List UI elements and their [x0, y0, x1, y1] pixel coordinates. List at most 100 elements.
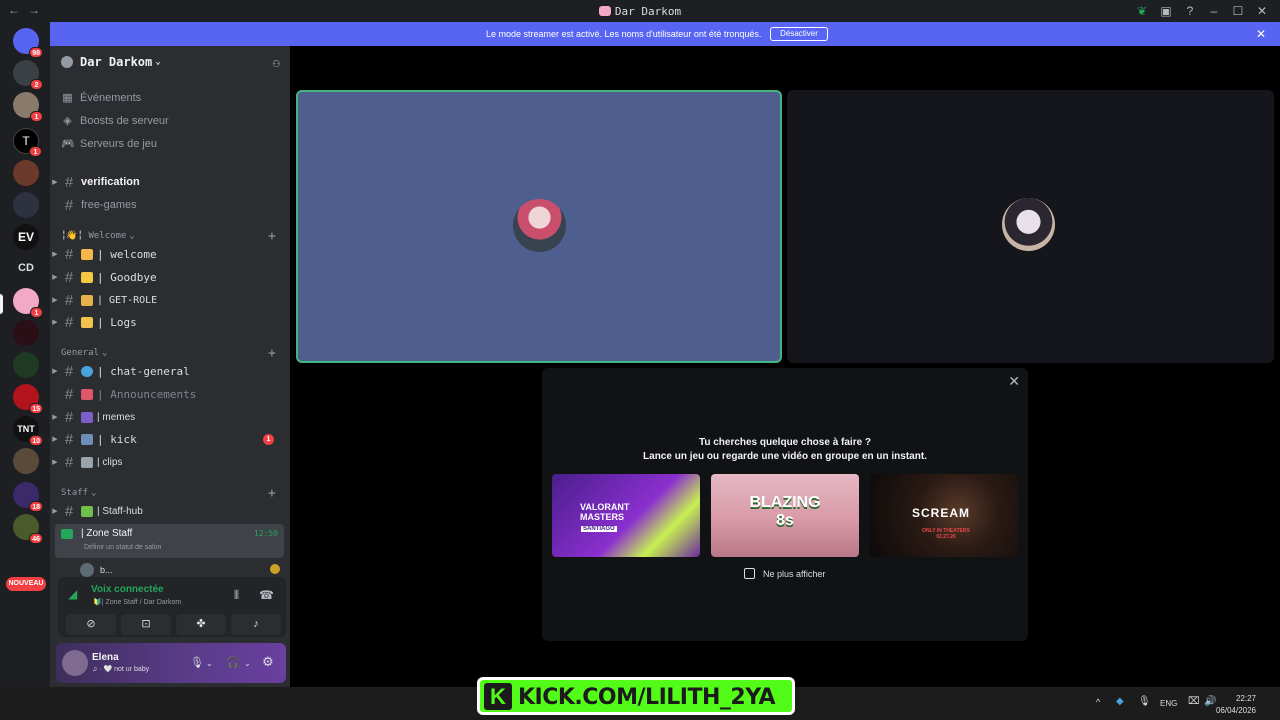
close-icon[interactable]: ✕: [1256, 27, 1266, 41]
channel-name: | Announcements: [97, 387, 197, 401]
headphones-icon[interactable]: 🎧: [226, 656, 240, 669]
add-channel-icon[interactable]: +: [268, 486, 276, 501]
channel-name: free-games: [81, 199, 137, 211]
maximize-button[interactable]: ☐: [1226, 2, 1250, 20]
avatar[interactable]: [62, 650, 88, 676]
server-icon[interactable]: 2: [13, 60, 43, 90]
hash-icon: #: [64, 385, 74, 403]
signal-icon[interactable]: ◢: [68, 587, 77, 601]
participant-tile[interactable]: [787, 90, 1274, 363]
network-icon[interactable]: ⌧: [1188, 696, 1200, 707]
category-label: Staff: [61, 488, 89, 498]
category-staff[interactable]: Staff ⌄ +: [61, 486, 276, 501]
soundboard-button[interactable]: ♪: [231, 614, 281, 635]
voice-location[interactable]: 🔰| Zone Staff / Dar Darkom: [93, 598, 181, 606]
activity-card-valorant[interactable]: VALORANT MASTERS SANTIAGO: [552, 474, 700, 557]
channel-staff-hub[interactable]: ▶ # | Staff-hub: [50, 501, 286, 521]
activity-suggestion-panel: ✕ Tu cherches quelque chose à faire ? La…: [542, 368, 1028, 641]
activities-button[interactable]: ✤: [176, 614, 226, 635]
channel-announcements[interactable]: # | Announcements: [50, 384, 286, 404]
channel-get-role[interactable]: ▶ # | GET-ROLE: [50, 290, 286, 310]
server-icon[interactable]: [13, 448, 39, 474]
close-window-button[interactable]: ✕: [1250, 2, 1274, 20]
card-subtitle: SANTIAGO: [581, 526, 617, 532]
dont-show-again-row[interactable]: Ne plus afficher: [744, 568, 825, 579]
channel-logs[interactable]: ▶ # | Logs: [50, 312, 286, 332]
disconnect-icon[interactable]: ☎: [259, 588, 274, 602]
microphone-icon[interactable]: 🎙: [190, 656, 204, 669]
channel-free-games[interactable]: # free-games: [50, 195, 286, 215]
gear-icon[interactable]: ⚙: [262, 654, 274, 670]
server-icon[interactable]: 46: [13, 514, 43, 544]
noise-suppression-icon[interactable]: ⫴: [234, 588, 239, 603]
kick-stream-overlay: K KICK.COM/LILITH_2YA: [477, 677, 795, 715]
hash-icon: #: [64, 430, 74, 448]
close-icon[interactable]: ✕: [1008, 373, 1020, 390]
minimize-button[interactable]: –: [1202, 2, 1226, 20]
channel-welcome[interactable]: ▶ # | welcome: [50, 244, 286, 264]
clock[interactable]: 22:27 06/04/2026: [1216, 693, 1256, 717]
help-icon[interactable]: ?: [1178, 2, 1202, 20]
chevron-right-icon: ▶: [52, 179, 58, 186]
server-icon[interactable]: [13, 320, 39, 346]
server-icon[interactable]: T1: [13, 128, 42, 157]
steam-icon[interactable]: ◆: [1116, 696, 1124, 707]
chevron-down-icon[interactable]: ⌄: [244, 659, 251, 668]
card-title: BLAZING 8s: [749, 494, 821, 529]
checkbox[interactable]: [744, 568, 755, 579]
camera-off-button[interactable]: ⊘: [66, 614, 116, 635]
server-icon[interactable]: EV: [13, 224, 39, 250]
badge: 10: [29, 435, 43, 446]
activity-card-scream[interactable]: SCREAM ONLY IN THEATERS 02.27.26: [870, 474, 1018, 557]
wave-emoji-icon: [81, 271, 93, 283]
menu-events[interactable]: ▦ Événements: [61, 88, 141, 108]
hash-icon: #: [64, 196, 74, 214]
category-general[interactable]: General ⌄ +: [61, 346, 276, 361]
megaphone-emoji-icon: [81, 388, 93, 400]
kick-url: KICK.COM/LILITH_2YA: [518, 685, 776, 710]
server-icon-text[interactable]: CD: [13, 258, 39, 278]
language-indicator[interactable]: ENG: [1160, 699, 1177, 708]
avatar: [80, 563, 94, 577]
nitro-leaf-icon[interactable]: ❦: [1130, 2, 1154, 20]
server-icon[interactable]: [13, 160, 39, 186]
voice-channel-zone-staff[interactable]: | Zone Staff 12:50 Définir un statut de …: [55, 524, 284, 558]
chevron-right-icon: ▶: [52, 319, 58, 326]
inbox-icon[interactable]: ▣: [1154, 2, 1178, 20]
channel-kick[interactable]: ▶ # | kick 1: [50, 429, 286, 449]
badge: 15: [29, 403, 43, 414]
server-icon-selected[interactable]: 1: [13, 288, 43, 318]
channel-chat-general[interactable]: ▶ # | chat-general: [50, 361, 286, 381]
add-channel-icon[interactable]: +: [268, 346, 276, 361]
emoji-icon: [81, 411, 93, 423]
menu-label: Événements: [80, 92, 142, 104]
channel-memes[interactable]: ▶ # | memes: [50, 407, 286, 427]
server-header[interactable]: Dar Darkom ⌄ ⚇: [50, 46, 290, 78]
home-button[interactable]: 98: [13, 28, 43, 58]
channel-clips[interactable]: ▶ # | clips: [50, 452, 286, 472]
server-icon[interactable]: 15: [13, 384, 43, 414]
server-icon[interactable]: [13, 192, 39, 218]
server-icon[interactable]: 18: [13, 482, 43, 512]
chevron-down-icon[interactable]: ⌄: [206, 659, 213, 668]
disable-streamer-button[interactable]: Désactiver: [770, 27, 828, 41]
add-channel-icon[interactable]: +: [268, 229, 276, 244]
menu-game-servers[interactable]: 🎮 Serveurs de jeu: [61, 134, 157, 154]
microphone-icon[interactable]: 🎙: [1138, 696, 1151, 707]
channel-goodbye[interactable]: ▶ # | Goodbye: [50, 267, 286, 287]
activity-icon: [270, 564, 280, 574]
set-channel-status[interactable]: Définir un statut de salon: [84, 544, 161, 551]
activity-card-blazing8s[interactable]: BLAZING 8s: [711, 474, 859, 557]
channel-verification[interactable]: ▶ # verification: [50, 172, 286, 192]
category-welcome[interactable]: ╏👋╏ Welcome ⌄ +: [61, 229, 276, 244]
menu-boosts[interactable]: ◈ Boosts de serveur: [61, 111, 168, 131]
screen-share-button[interactable]: ⊡: [121, 614, 171, 635]
volume-icon[interactable]: 🔊: [1204, 696, 1216, 707]
invite-people-icon[interactable]: ⚇: [273, 56, 280, 70]
server-icon[interactable]: [13, 352, 39, 378]
server-icon[interactable]: 1: [13, 92, 43, 122]
chevron-up-icon[interactable]: ^: [1096, 697, 1100, 707]
voice-user[interactable]: b...: [80, 562, 113, 578]
participant-tile-speaking[interactable]: [296, 90, 782, 363]
server-icon[interactable]: TNT 10: [13, 416, 43, 446]
